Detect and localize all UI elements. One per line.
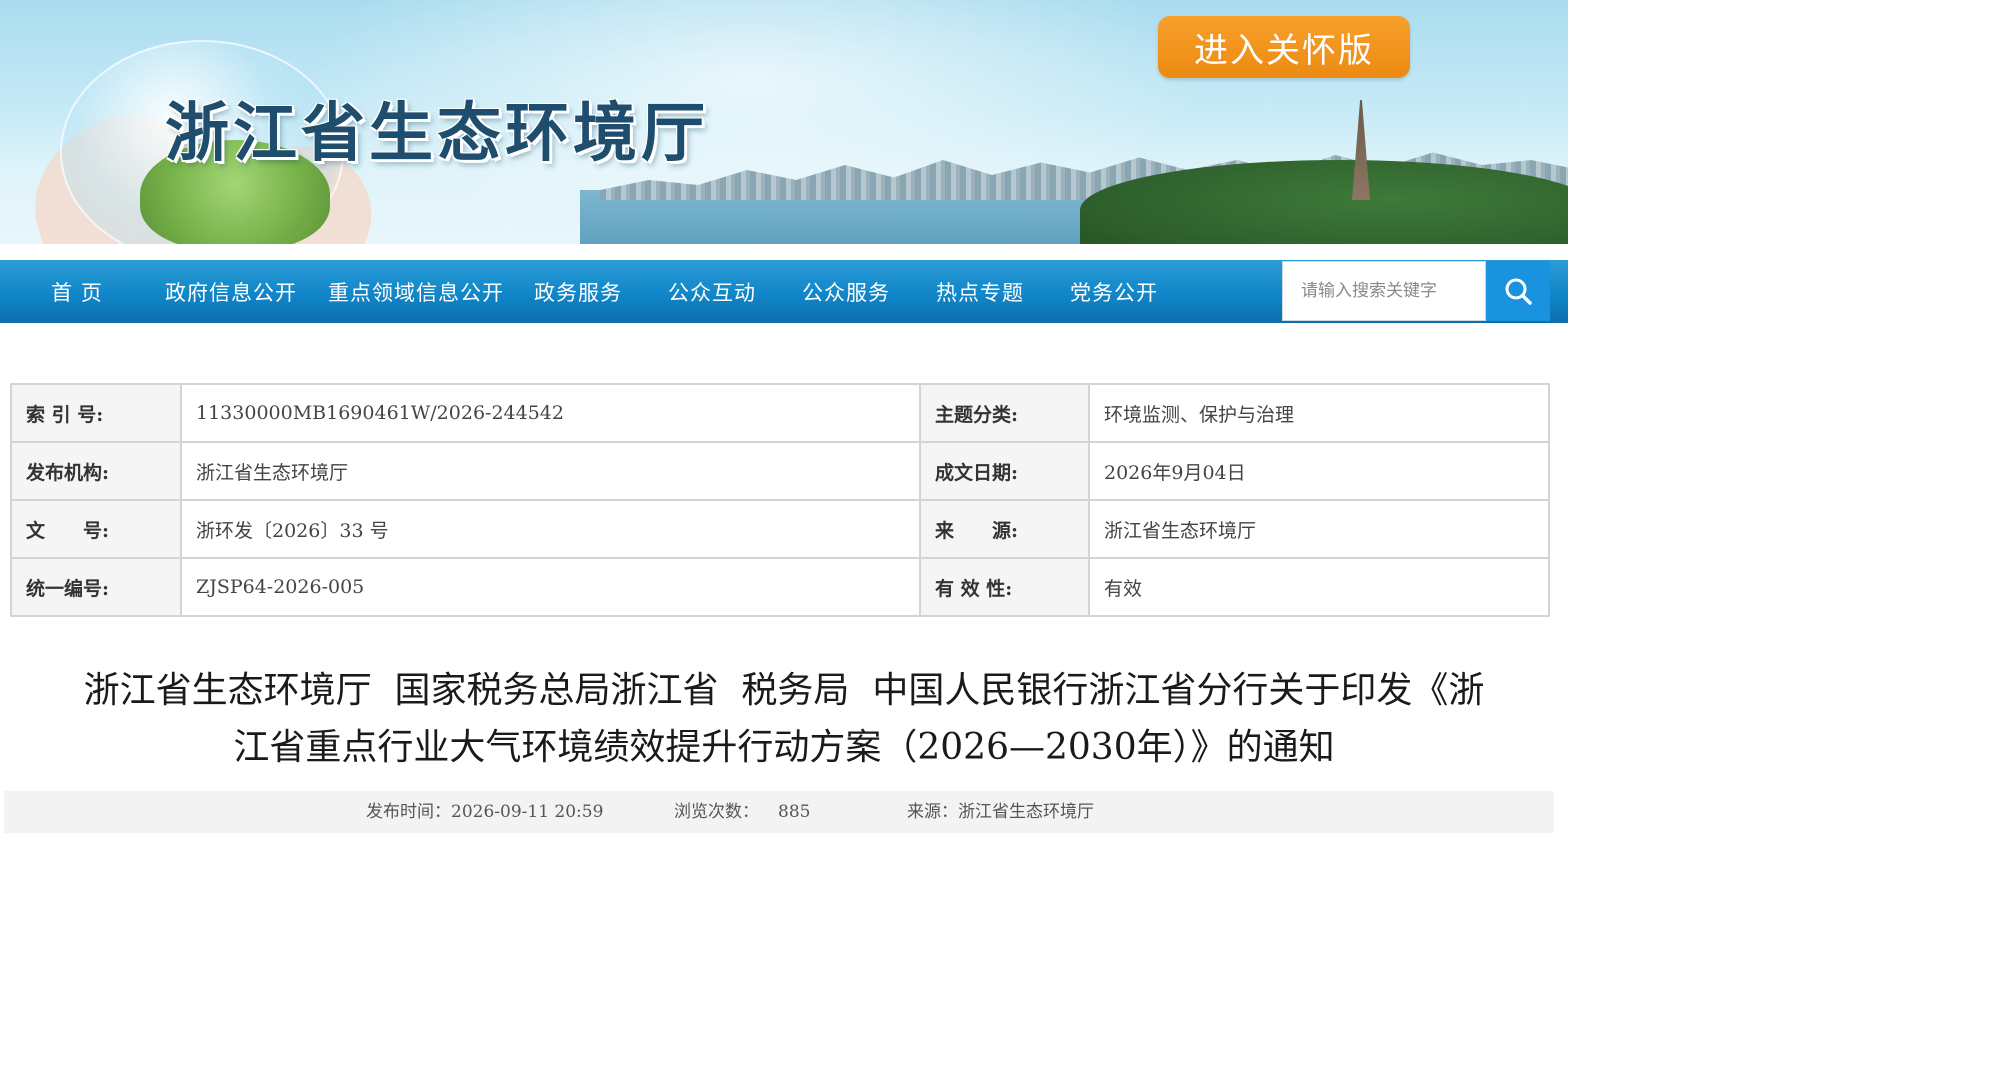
meta-value-written-date: 2026年9月04日 [1088, 441, 1550, 501]
meta-value-topic: 环境监测、保护与治理 [1088, 383, 1550, 443]
banner-pagoda [1352, 100, 1370, 200]
nav-item-public-services[interactable]: 公众服务 [798, 260, 894, 323]
meta-row: 统一编号: ZJSP64-2026-005 有 效 性: 有效 [10, 557, 1550, 617]
nav-item-public-interaction[interactable]: 公众互动 [664, 260, 760, 323]
article-source: 来源：浙江省生态环境厅 [907, 802, 1094, 822]
views-count: 885 [778, 802, 811, 822]
meta-label-written-date: 成文日期: [919, 441, 1090, 501]
meta-label-topic: 主题分类: [919, 383, 1090, 443]
meta-row: 文 号: 浙环发〔2026〕33 号 来 源: 浙江省生态环境厅 [10, 499, 1550, 559]
meta-label-issuer: 发布机构: [10, 441, 182, 501]
search-input[interactable] [1282, 261, 1486, 321]
care-mode-button[interactable]: 进入关怀版 [1158, 16, 1410, 78]
publish-time: 发布时间：2026-09-11 20:59 [366, 802, 604, 822]
meta-label-index: 索 引 号: [10, 383, 182, 443]
article-info-bar: 发布时间：2026-09-11 20:59 浏览次数： 885 来源：浙江省生态… [4, 791, 1554, 833]
meta-value-validity: 有效 [1088, 557, 1550, 617]
nav-item-key-areas[interactable]: 重点领域信息公开 [322, 260, 510, 323]
article-title-line-1: 浙江省生态环境厅 国家税务总局浙江省 税务局 中国人民银行浙江省分行关于印发《浙 [83, 670, 1485, 711]
meta-value-source: 浙江省生态环境厅 [1088, 499, 1550, 559]
meta-value-issuer: 浙江省生态环境厅 [180, 441, 921, 501]
meta-label-source: 来 源: [919, 499, 1090, 559]
site-title: 浙江省生态环境厅 [165, 96, 709, 171]
nav-item-home[interactable]: 首 页 [32, 260, 122, 323]
article-title-line-2: 江省重点行业大气环境绩效提升行动方案（2026—2030年）》的通知 [233, 727, 1335, 768]
meta-label-unified-number: 统一编号: [10, 557, 182, 617]
nav-item-gov-services[interactable]: 政务服务 [530, 260, 626, 323]
article-title: 浙江省生态环境厅 国家税务总局浙江省 税务局 中国人民银行浙江省分行关于印发《浙… [20, 662, 1548, 776]
meta-label-validity: 有 效 性: [919, 557, 1090, 617]
meta-value-index: 11330000MB1690461W/2026-244542 [180, 383, 921, 443]
search-button[interactable] [1486, 261, 1550, 321]
document-meta-table: 索 引 号: 11330000MB1690461W/2026-244542 主题… [10, 383, 1550, 617]
nav-item-hot-topics[interactable]: 热点专题 [932, 260, 1028, 323]
search-icon [1505, 278, 1532, 305]
nav-item-party-affairs[interactable]: 党务公开 [1066, 260, 1162, 323]
meta-row: 发布机构: 浙江省生态环境厅 成文日期: 2026年9月04日 [10, 441, 1550, 501]
meta-value-doc-number: 浙环发〔2026〕33 号 [180, 499, 921, 559]
meta-row: 索 引 号: 11330000MB1690461W/2026-244542 主题… [10, 383, 1550, 443]
meta-label-doc-number: 文 号: [10, 499, 182, 559]
nav-item-gov-info[interactable]: 政府信息公开 [160, 260, 302, 323]
views-label: 浏览次数： [674, 802, 759, 822]
meta-value-unified-number: ZJSP64-2026-005 [180, 557, 921, 617]
